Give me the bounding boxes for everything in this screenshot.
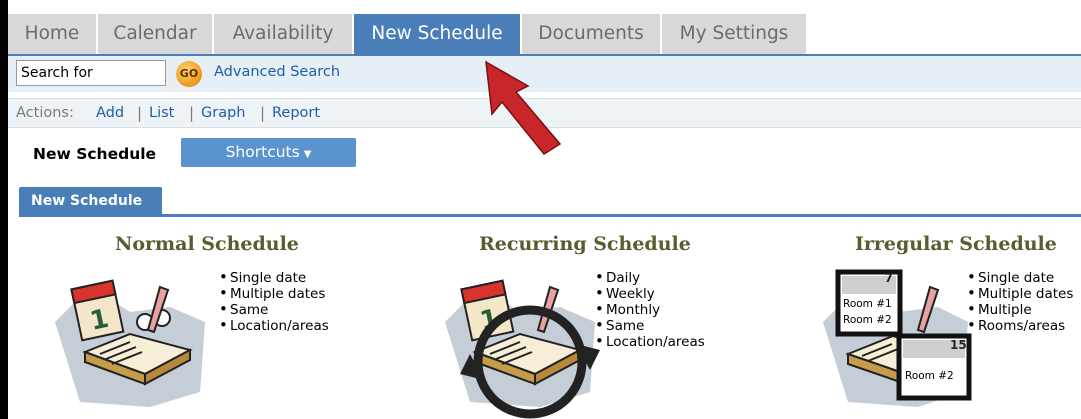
feature-item: Rooms/areas [967, 317, 1073, 334]
pointer-arrow-icon [485, 60, 562, 155]
actions-label: Actions: [16, 105, 74, 121]
feature-item: Multiple [967, 301, 1073, 318]
page-title: New Schedule [33, 145, 157, 163]
calendar-day-label: 7 [884, 271, 893, 285]
left-window-border [0, 0, 8, 419]
feature-item: Multiple dates [967, 285, 1073, 302]
chevron-down-icon: ▼ [303, 149, 312, 160]
feature-item: Same [595, 317, 705, 334]
room-label: Room #1 [843, 298, 892, 310]
tab-inner-new-schedule[interactable]: New Schedule [19, 187, 162, 215]
action-separator: | [260, 104, 266, 122]
normal-schedule-features: Single date Multiple dates Same Location… [219, 269, 329, 334]
go-button-icon[interactable]: GO [176, 61, 202, 87]
action-separator: | [189, 104, 195, 122]
tab-availability[interactable]: Availability [214, 14, 354, 54]
recurring-schedule-title[interactable]: Recurring Schedule [479, 233, 691, 255]
inner-tab-underline [19, 214, 1081, 217]
normal-schedule-title[interactable]: Normal Schedule [115, 233, 299, 255]
shortcuts-label: Shortcuts [225, 143, 300, 161]
recurring-calendar-icon[interactable]: 1 [440, 262, 610, 419]
room-label: Room #2 [843, 314, 892, 326]
feature-item: Location/areas [595, 333, 705, 350]
feature-item: Daily [595, 269, 705, 286]
feature-item: Multiple dates [219, 285, 329, 302]
calendar-day-label: 15 [950, 338, 967, 352]
irregular-schedule-features: Single date Multiple dates Multiple Room… [967, 269, 1073, 334]
feature-item: Single date [967, 269, 1073, 286]
recurring-schedule-features: Daily Weekly Monthly Same Location/areas [595, 269, 705, 350]
tab-documents[interactable]: Documents [522, 14, 662, 54]
shortcuts-button[interactable]: Shortcuts ▼ [181, 138, 356, 167]
search-input[interactable] [16, 60, 166, 86]
tab-my-settings[interactable]: My Settings [662, 14, 808, 54]
action-report-link[interactable]: Report [272, 105, 320, 121]
room-label: Room #2 [905, 370, 954, 382]
action-graph-link[interactable]: Graph [201, 105, 245, 121]
feature-item: Weekly [595, 285, 705, 302]
tab-new-schedule[interactable]: New Schedule [354, 14, 522, 54]
feature-item: Same [219, 301, 329, 318]
irregular-schedule-title[interactable]: Irregular Schedule [855, 233, 1057, 255]
action-separator: | [137, 104, 143, 122]
advanced-search-link[interactable]: Advanced Search [214, 64, 340, 80]
action-list-link[interactable]: List [149, 105, 174, 121]
action-add-link[interactable]: Add [96, 105, 124, 121]
tab-calendar[interactable]: Calendar [98, 14, 214, 54]
feature-item: Location/areas [219, 317, 329, 334]
calendar-planner-icon[interactable]: 1 [50, 262, 220, 412]
feature-item: Single date [219, 269, 329, 286]
tab-home[interactable]: Home [8, 14, 98, 54]
feature-item: Monthly [595, 301, 705, 318]
